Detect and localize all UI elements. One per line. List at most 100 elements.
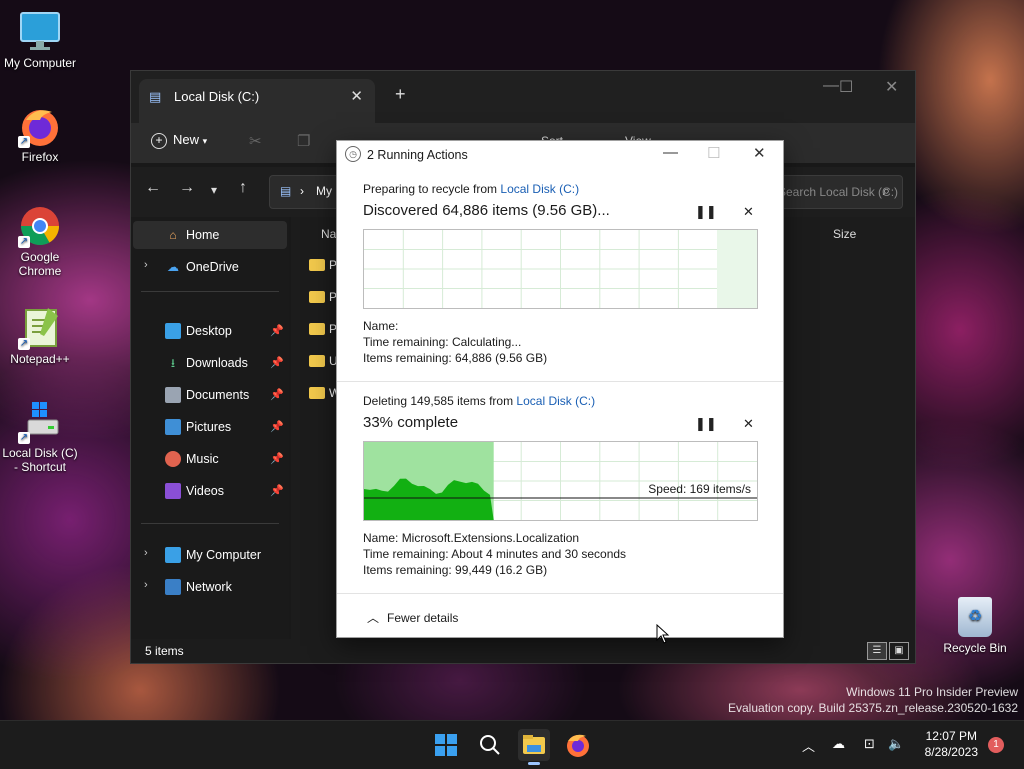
forward-arrow-icon[interactable]: → <box>179 179 195 197</box>
pin-icon: 📌 <box>270 485 284 497</box>
divider <box>141 291 279 292</box>
desktop-icon-recycle-bin[interactable]: ♻ Recycle Bin <box>942 597 1008 655</box>
tab-title: Local Disk (C:) <box>174 89 260 104</box>
sidebar-item-documents[interactable]: Documents 📌 <box>133 381 287 409</box>
divider <box>337 381 783 382</box>
new-button[interactable]: + New ▾ <box>151 132 207 149</box>
tab-local-disk[interactable]: ▤ Local Disk (C:) ✕ <box>139 79 375 123</box>
minimize-button[interactable]: — <box>823 77 839 95</box>
new-tab-button[interactable]: + <box>395 84 406 105</box>
document-icon <box>165 387 181 403</box>
copy-icon[interactable]: ❐ <box>297 132 310 150</box>
desktop-icon-chrome[interactable]: ↗ Google Chrome <box>0 204 80 278</box>
sidebar-item-label: Home <box>186 228 220 242</box>
pause-icon[interactable]: ❚❚ <box>695 416 717 432</box>
cut-icon[interactable]: ✂ <box>249 132 262 150</box>
up-arrow-icon[interactable]: ↑ <box>239 179 247 197</box>
search-button[interactable] <box>474 729 506 761</box>
sidebar-item-pictures[interactable]: Pictures 📌 <box>133 413 287 441</box>
tiles-view-icon[interactable]: ▣ <box>889 642 909 660</box>
shortcut-arrow-icon: ↗ <box>18 338 30 350</box>
indeterminate-fill <box>717 230 757 308</box>
clock[interactable]: 12:07 PM 8/28/2023 <box>925 729 978 759</box>
sidebar-item-label: OneDrive <box>186 260 239 274</box>
search-input[interactable]: Search Local Disk (C:) ⌕ <box>763 175 903 209</box>
fewer-details-button[interactable]: ︿ Fewer details <box>367 609 458 626</box>
back-arrow-icon[interactable]: ← <box>145 179 161 197</box>
details-view-icon[interactable]: ☰ <box>867 642 887 660</box>
desktop-icon-notepadpp[interactable]: ↗ Notepad++ <box>0 306 80 366</box>
chevron-up-icon[interactable]: ︿ <box>802 736 815 755</box>
status-bar: 5 items ☰ ▣ <box>131 639 915 663</box>
pin-icon: 📌 <box>270 325 284 337</box>
maximize-button[interactable]: ☐ <box>707 144 720 162</box>
folder-icon <box>309 291 325 303</box>
drive-icon: ↗ <box>18 400 62 444</box>
folder-icon <box>309 259 325 271</box>
close-window-button[interactable]: ✕ <box>885 77 898 97</box>
monitor-icon <box>18 10 62 54</box>
expand-chevron-icon[interactable]: › <box>144 579 148 591</box>
sidebar-item-onedrive[interactable]: › ☁ OneDrive <box>133 253 287 281</box>
mouse-cursor-icon <box>656 624 670 644</box>
op2-items-remaining: Items remaining: 99,449 (16.2 GB) <box>363 563 548 577</box>
taskbar-file-explorer[interactable] <box>518 729 550 765</box>
recent-chevron-icon[interactable]: ▾ <box>211 183 217 197</box>
cancel-icon[interactable]: ✕ <box>743 416 754 432</box>
close-tab-icon[interactable]: ✕ <box>350 87 363 105</box>
sidebar-item-label: Desktop <box>186 324 232 338</box>
op1-headline: Discovered 64,886 items (9.56 GB)... <box>363 202 610 219</box>
minimize-button[interactable]: — <box>663 144 678 161</box>
sidebar-item-label: Documents <box>186 388 250 402</box>
expand-chevron-icon[interactable]: › <box>144 547 148 559</box>
shortcut-arrow-icon: ↗ <box>18 432 30 444</box>
volume-icon[interactable]: 🔈 <box>888 736 904 752</box>
op2-time-remaining: Time remaining: About 4 minutes and 30 s… <box>363 547 627 561</box>
op1-items-remaining: Items remaining: 64,886 (9.56 GB) <box>363 351 548 365</box>
windows-logo-icon <box>435 734 457 756</box>
firefox-icon <box>567 734 589 757</box>
sidebar-item-desktop[interactable]: Desktop 📌 <box>133 317 287 345</box>
desktop-icon-firefox[interactable]: ↗ Firefox <box>0 104 80 164</box>
cancel-icon[interactable]: ✕ <box>743 204 754 220</box>
sidebar-item-network[interactable]: › Network <box>133 573 287 601</box>
sidebar-item-label: My Computer <box>186 548 262 562</box>
op2-source-link[interactable]: Local Disk (C:) <box>516 394 595 408</box>
start-button[interactable] <box>430 729 462 761</box>
speed-label: Speed: 169 items/s <box>648 482 751 496</box>
running-actions-dialog: ◷ 2 Running Actions — ☐ ✕ Preparing to r… <box>336 140 784 638</box>
network-icon[interactable]: ⊡ <box>864 736 875 752</box>
taskbar-firefox[interactable] <box>562 729 594 761</box>
item-count: 5 items <box>145 644 184 658</box>
expand-chevron-icon[interactable]: › <box>144 259 148 271</box>
column-header-size[interactable]: Size <box>833 227 856 241</box>
network-offline-icon[interactable]: ☁ <box>832 736 845 752</box>
sidebar-item-downloads[interactable]: ⭳ Downloads 📌 <box>133 349 287 377</box>
pause-icon[interactable]: ❚❚ <box>695 204 717 220</box>
maximize-button[interactable]: ☐ <box>839 77 853 97</box>
op2-description: Deleting 149,585 items from Local Disk (… <box>363 394 596 408</box>
notepadpp-icon: ↗ <box>18 306 62 350</box>
desktop-icon-local-disk-shortcut[interactable]: ↗ Local Disk (C) - Shortcut <box>0 400 80 474</box>
chevron-down-icon: ▾ <box>202 136 208 146</box>
op2-name: Name: Microsoft.Extensions.Localization <box>363 531 580 545</box>
breadcrumb-chevron-icon: › <box>300 184 304 198</box>
op2-headline: 33% complete <box>363 414 459 431</box>
sidebar-item-home[interactable]: ⌂ Home <box>133 221 287 249</box>
op2-graph-grid <box>364 442 757 520</box>
op1-source-link[interactable]: Local Disk (C:) <box>500 182 579 196</box>
op1-graph-grid <box>364 230 757 308</box>
folder-icon <box>309 355 325 367</box>
sidebar-item-videos[interactable]: Videos 📌 <box>133 477 287 505</box>
op1-description: Preparing to recycle from Local Disk (C:… <box>363 182 580 196</box>
dialog-title: 2 Running Actions <box>367 148 468 162</box>
close-dialog-button[interactable]: ✕ <box>753 144 766 162</box>
watermark-line-1: Windows 11 Pro Insider Preview <box>846 685 1018 699</box>
plus-circle-icon: + <box>151 133 167 149</box>
desktop-icon-my-computer[interactable]: My Computer <box>0 10 80 70</box>
notification-badge[interactable]: 1 <box>988 737 1004 753</box>
sidebar-item-music[interactable]: Music 📌 <box>133 445 287 473</box>
desktop-icon-label: My Computer <box>3 56 77 70</box>
pictures-icon <box>165 419 181 435</box>
sidebar-item-my-computer[interactable]: › My Computer <box>133 541 287 569</box>
